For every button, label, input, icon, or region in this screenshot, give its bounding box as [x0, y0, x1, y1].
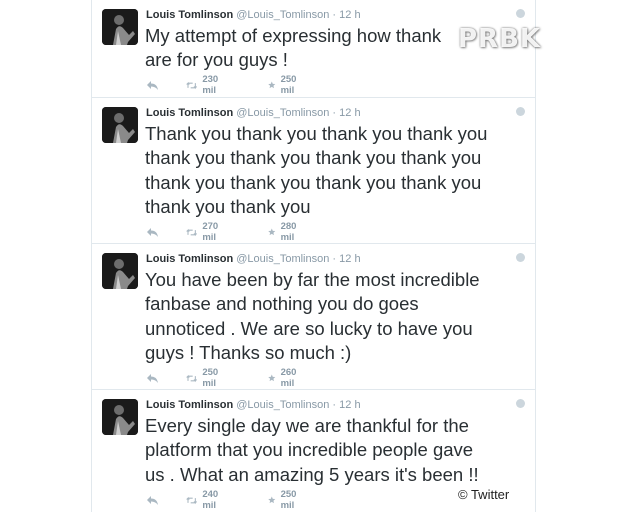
author-handle[interactable]: @Louis_Tomlinson	[236, 107, 329, 119]
tweet-text: You have been by far the most incredible…	[145, 269, 480, 363]
timestamp[interactable]: 12 h	[339, 107, 360, 119]
author-name[interactable]: Louis Tomlinson	[146, 107, 233, 119]
retweet-button[interactable]: 230 mil	[186, 74, 224, 96]
favorite-count: 250 mil	[280, 489, 297, 511]
tweet[interactable]: Louis Tomlinson @Louis_Tomlinson · 12 h …	[92, 244, 535, 390]
favorite-button[interactable]: 280 mil	[268, 221, 301, 243]
reply-button[interactable]	[146, 77, 159, 93]
separator: ·	[332, 253, 337, 265]
reply-icon	[147, 80, 158, 90]
avatar[interactable]	[102, 399, 138, 435]
image-credit: © Twitter	[458, 487, 510, 502]
tweet-text-line: My attempt of expressing how thank	[145, 25, 442, 46]
favorite-button[interactable]: 250 mil	[268, 489, 301, 511]
tweet-header: Louis Tomlinson @Louis_Tomlinson · 12 h	[146, 8, 361, 22]
more-options-icon[interactable]	[516, 399, 525, 408]
tweet-timeline: Louis Tomlinson @Louis_Tomlinson · 12 h …	[91, 0, 536, 512]
favorite-button[interactable]: 260 mil	[268, 367, 301, 389]
retweet-button[interactable]: 270 mil	[186, 221, 224, 243]
retweet-count: 270 mil	[202, 221, 219, 243]
tweet[interactable]: Louis Tomlinson @Louis_Tomlinson · 12 h …	[92, 98, 535, 244]
author-handle[interactable]: @Louis_Tomlinson	[236, 253, 329, 265]
avatar[interactable]	[102, 253, 138, 289]
reply-button[interactable]	[146, 224, 159, 240]
star-icon	[268, 81, 276, 89]
reply-button[interactable]	[146, 492, 159, 508]
reply-icon	[147, 373, 158, 383]
author-name[interactable]: Louis Tomlinson	[146, 253, 233, 265]
separator: ·	[332, 399, 337, 411]
author-name[interactable]: Louis Tomlinson	[146, 399, 233, 411]
star-icon	[268, 228, 276, 236]
timestamp[interactable]: 12 h	[339, 9, 360, 21]
retweet-button[interactable]: 250 mil	[186, 367, 224, 389]
retweet-count: 230 mil	[202, 74, 219, 96]
retweet-icon	[186, 374, 198, 382]
timestamp[interactable]: 12 h	[339, 399, 360, 411]
more-options-icon[interactable]	[516, 9, 525, 18]
timestamp[interactable]: 12 h	[339, 253, 360, 265]
star-icon	[268, 496, 276, 504]
favorite-count: 280 mil	[280, 221, 297, 243]
more-options-icon[interactable]	[516, 107, 525, 116]
tweet-text: Thank you thank you thank you thank you …	[145, 123, 488, 217]
separator: ·	[332, 9, 337, 21]
retweet-count: 240 mil	[202, 489, 219, 511]
tweet-text-line: are for you guys !	[145, 49, 288, 71]
retweet-icon	[186, 81, 198, 89]
tweet-header: Louis Tomlinson @Louis_Tomlinson · 12 h	[146, 398, 361, 412]
favorite-count: 250 mil	[280, 74, 297, 96]
author-handle[interactable]: @Louis_Tomlinson	[236, 399, 329, 411]
more-options-icon[interactable]	[516, 253, 525, 262]
reply-icon	[147, 227, 158, 237]
separator: ·	[332, 107, 337, 119]
avatar[interactable]	[102, 107, 138, 143]
author-handle[interactable]: @Louis_Tomlinson	[236, 9, 329, 21]
star-icon	[268, 374, 276, 382]
avatar[interactable]	[102, 9, 138, 45]
watermark-logo: PRBK	[458, 24, 542, 54]
tweet-header: Louis Tomlinson @Louis_Tomlinson · 12 h	[146, 252, 361, 266]
author-name[interactable]: Louis Tomlinson	[146, 9, 233, 21]
tweet-text: Every single day we are thankful for the…	[145, 415, 479, 485]
reply-icon	[147, 495, 158, 505]
retweet-count: 250 mil	[202, 367, 219, 389]
favorite-button[interactable]: 250 mil	[268, 74, 301, 96]
retweet-button[interactable]: 240 mil	[186, 489, 224, 511]
favorite-count: 260 mil	[280, 367, 297, 389]
tweet-header: Louis Tomlinson @Louis_Tomlinson · 12 h	[146, 106, 361, 120]
retweet-icon	[186, 228, 198, 236]
reply-button[interactable]	[146, 370, 159, 386]
retweet-icon	[186, 496, 198, 504]
